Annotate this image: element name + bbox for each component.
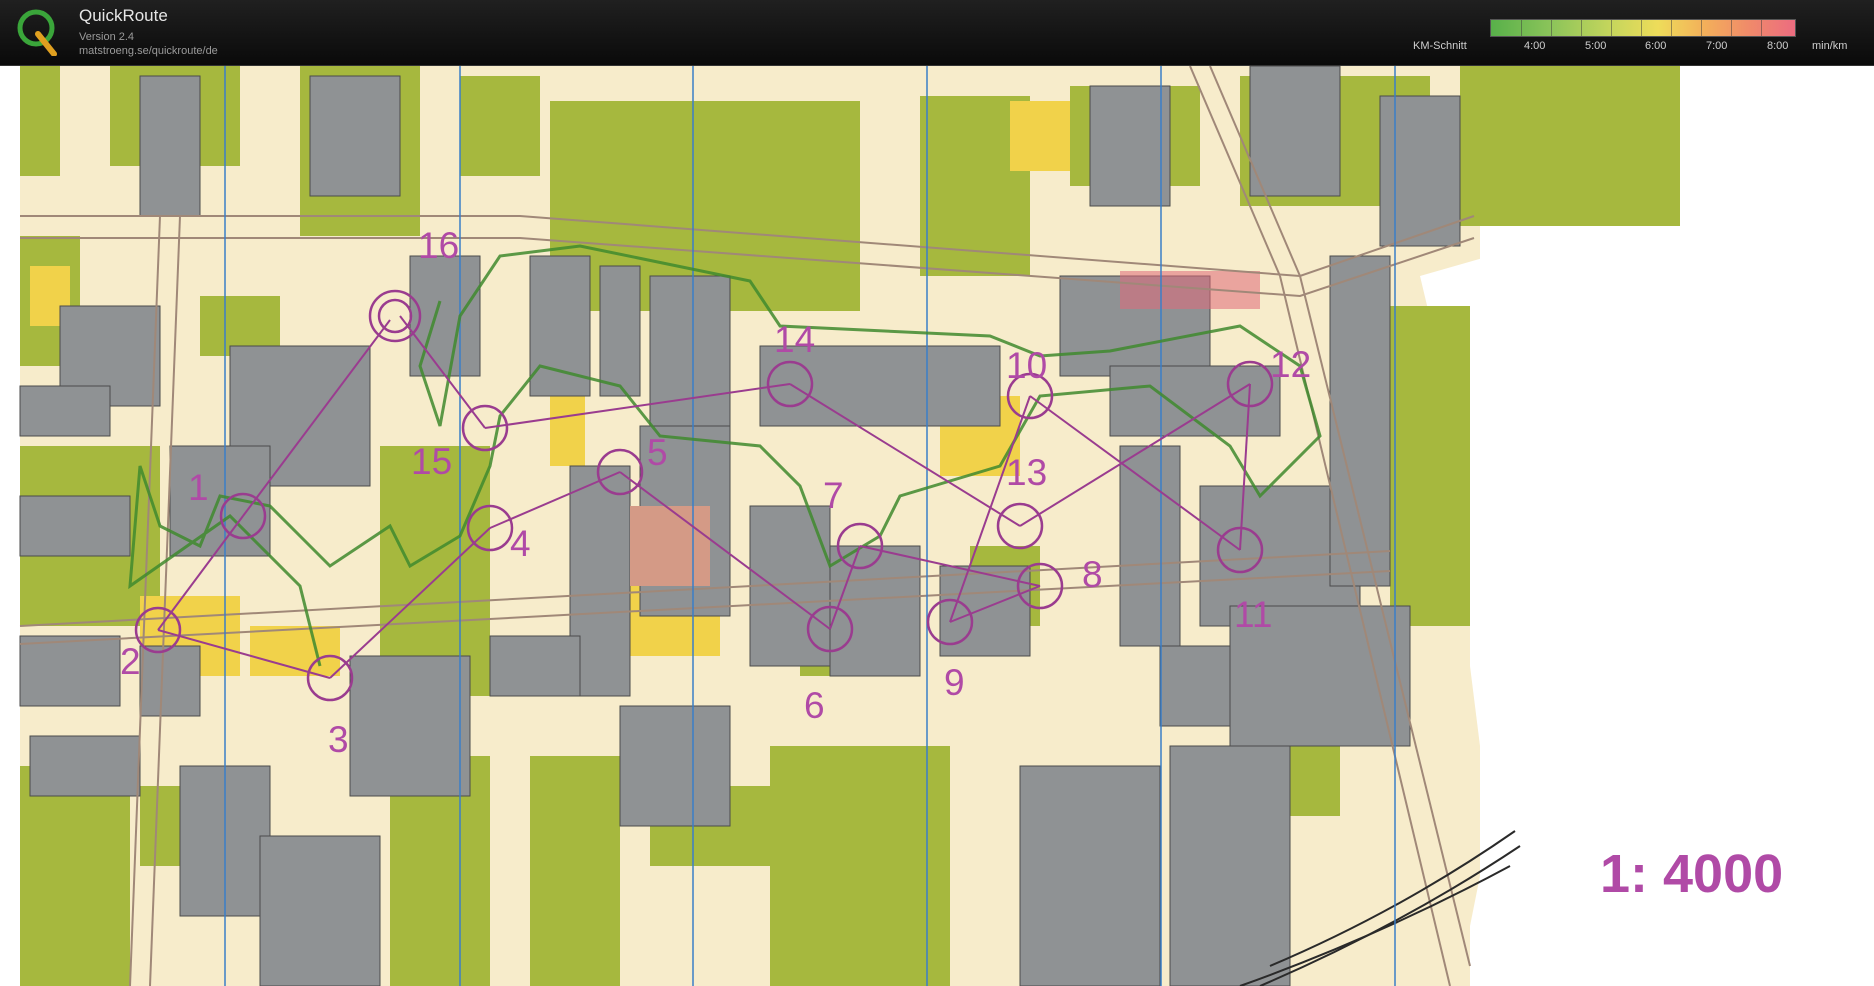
map-left-margin [0,66,20,986]
map-canvas[interactable]: 1 2 3 4 5 6 7 8 9 10 11 12 13 14 15 16 1… [0,66,1874,986]
control-number: 9 [944,662,965,703]
top-bar: QuickRoute Version 2.4 matstroeng.se/qui… [0,0,1874,66]
control-number: 11 [1234,594,1272,635]
legend-tick-label: 7:00 [1706,40,1728,52]
legend-tick-label: 6:00 [1645,40,1667,52]
pace-color-bar [1490,19,1796,37]
legend-tick-label: 5:00 [1585,40,1607,52]
legend-tick-label: 8:00 [1767,40,1789,52]
app-url: matstroeng.se/quickroute/de [79,45,218,57]
control-number: 15 [411,441,452,482]
control-number: 7 [823,475,844,516]
control-number: 1 [188,467,209,508]
legend-unit: min/km [1812,40,1848,52]
control-number: 14 [774,319,815,360]
quickroute-window: QuickRoute Version 2.4 matstroeng.se/qui… [0,0,1874,986]
orienteering-map[interactable]: 1 2 3 4 5 6 7 8 9 10 11 12 13 14 15 16 1… [0,66,1874,986]
control-number: 4 [510,523,531,564]
control-number: 5 [647,432,668,473]
legend-label: KM-Schnitt [1413,40,1467,52]
legend-tick-label: 4:00 [1524,40,1546,52]
control-number: 8 [1082,554,1103,595]
forbidden-area [1120,271,1260,309]
quickroute-q-logo-icon [17,9,57,56]
control-number: 12 [1270,344,1311,385]
control-number: 16 [418,225,459,266]
app-version: Version 2.4 [79,31,135,43]
control-number: 6 [804,685,825,726]
map-scale-label: 1: 4000 [1600,844,1783,904]
control-number: 10 [1006,345,1047,386]
control-number: 13 [1006,452,1047,493]
control-number: 2 [120,641,141,682]
sports-area [630,506,710,586]
app-title: QuickRoute [79,6,168,25]
control-number: 3 [328,719,349,760]
